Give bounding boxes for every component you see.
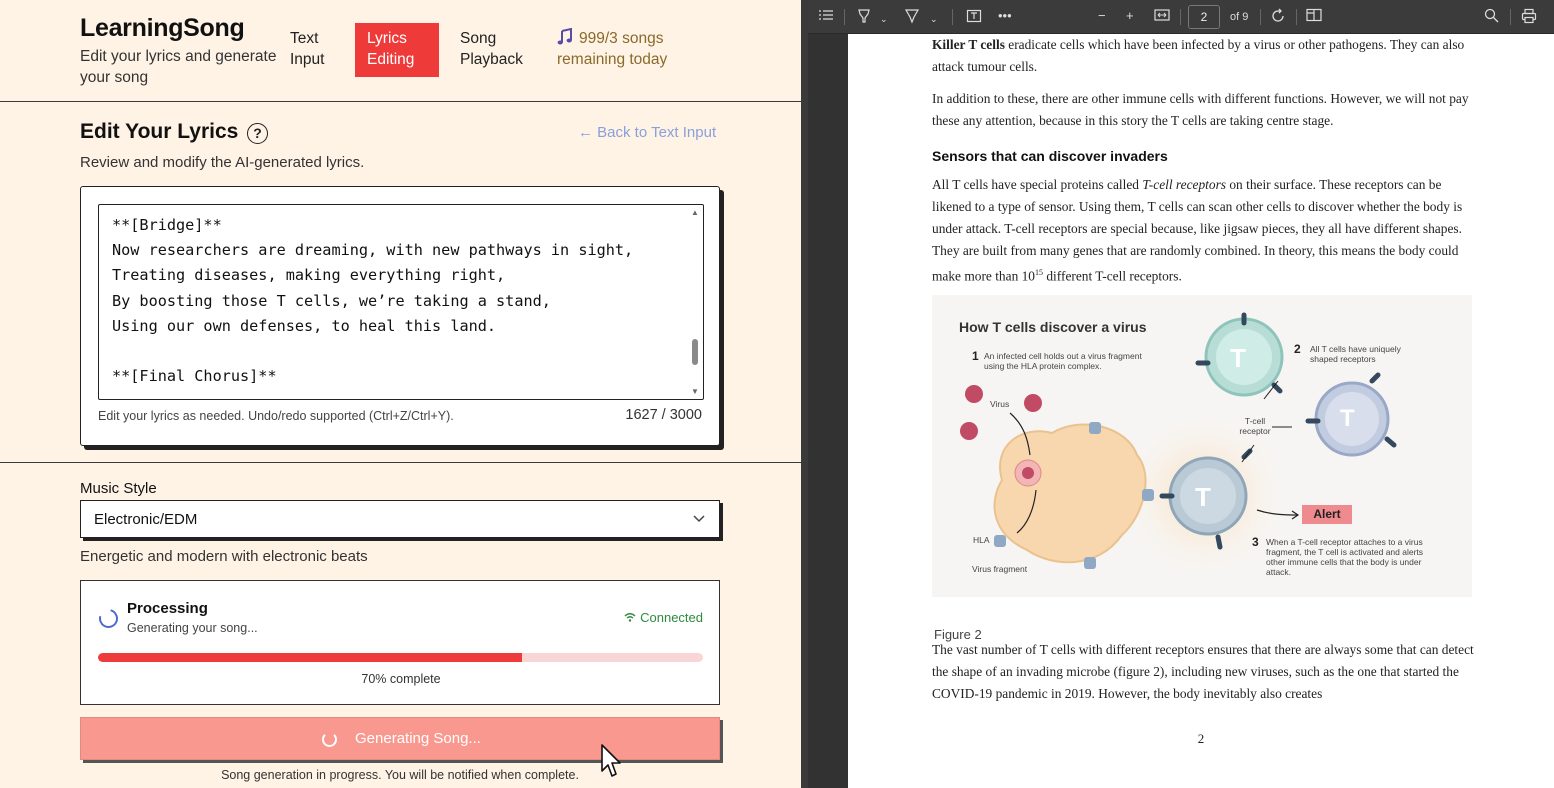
progress-bar bbox=[98, 653, 703, 662]
paragraph-3-middle: on their surface. These receptors can be… bbox=[932, 177, 1463, 284]
step-1-text: An infected cell holds out a virus fragm… bbox=[984, 351, 1142, 371]
fit-width-icon[interactable] bbox=[1154, 8, 1170, 26]
virus-fragment-label: Virus fragment bbox=[972, 564, 1028, 574]
highlight-pen-icon[interactable] bbox=[856, 8, 872, 28]
paragraph-killer-t-cells: Killer T cells eradicate cells which hav… bbox=[932, 34, 1480, 78]
lyrics-hint: Edit your lyrics as needed. Undo/redo su… bbox=[98, 409, 454, 423]
rotate-icon[interactable] bbox=[1270, 8, 1286, 28]
section-heading: Sensors that can discover invaders bbox=[932, 148, 1168, 164]
figure-t-cells: How T cells discover a virus 1 An infect… bbox=[932, 295, 1472, 597]
draw-pen-icon[interactable] bbox=[904, 8, 920, 28]
pdf-viewer: ⌄ ⌄ ••• − + 2 of 9 Killer T cells eradic… bbox=[808, 0, 1554, 788]
app-header: LearningSong Edit your lyrics and genera… bbox=[0, 0, 801, 102]
wifi-icon bbox=[624, 610, 636, 625]
pdf-toolbar: ⌄ ⌄ ••• − + 2 of 9 bbox=[808, 0, 1554, 34]
generate-song-button[interactable]: Generating Song... bbox=[80, 717, 720, 760]
help-icon[interactable]: ? bbox=[247, 123, 268, 144]
toolbar-separator bbox=[1180, 9, 1181, 25]
toolbar-separator bbox=[844, 9, 845, 25]
generation-note: Song generation in progress. You will be… bbox=[221, 768, 579, 782]
receptor-label: T-cell receptor bbox=[1239, 416, 1271, 436]
scrollbar-thumb[interactable] bbox=[692, 339, 698, 365]
edit-lyrics-subtitle: Review and modify the AI-generated lyric… bbox=[80, 154, 365, 171]
step-2-number: 2 bbox=[1294, 342, 1301, 356]
step-3-text: When a T-cell receptor attaches to a vir… bbox=[1266, 537, 1424, 577]
chevron-down-icon[interactable]: ⌄ bbox=[930, 11, 938, 27]
figure-title: How T cells discover a virus bbox=[959, 319, 1147, 335]
step-2-text: All T cells have uniquely shaped recepto… bbox=[1310, 344, 1401, 364]
music-style-value: Electronic/EDM bbox=[94, 511, 198, 528]
paragraph-3-start: All T cells have special proteins called bbox=[932, 177, 1143, 192]
zoom-in-icon[interactable]: + bbox=[1126, 8, 1134, 24]
music-style-select[interactable]: Electronic/EDM bbox=[80, 500, 720, 538]
scroll-up-arrow-icon[interactable]: ▲ bbox=[691, 208, 699, 217]
pdf-page: Killer T cells eradicate cells which hav… bbox=[848, 34, 1554, 788]
toolbar-separator bbox=[1260, 9, 1261, 25]
page-number: 2 bbox=[1197, 731, 1205, 746]
progress-label: 70% complete bbox=[361, 672, 441, 686]
processing-title: Processing bbox=[127, 600, 208, 617]
back-to-text-input-link[interactable]: ← Back to Text Input bbox=[578, 124, 716, 141]
lyrics-text[interactable]: **[Bridge]** Now researchers are dreamin… bbox=[112, 213, 633, 389]
scroll-down-arrow-icon[interactable]: ▼ bbox=[691, 387, 699, 396]
nav-lyrics-editing[interactable]: Lyrics Editing bbox=[355, 23, 439, 77]
search-icon[interactable] bbox=[1484, 8, 1499, 27]
spinner-icon bbox=[95, 605, 122, 632]
zoom-out-icon[interactable]: − bbox=[1098, 8, 1106, 24]
brand-title: LearningSong bbox=[80, 14, 245, 42]
music-style-label: Music Style bbox=[80, 480, 157, 497]
alert-badge: Alert bbox=[1302, 505, 1352, 524]
virus-label: Virus bbox=[990, 399, 1010, 409]
more-options-icon[interactable]: ••• bbox=[998, 8, 1012, 24]
nav-song-playback[interactable]: Song Playback bbox=[460, 28, 530, 70]
lyrics-textarea[interactable]: **[Bridge]** Now researchers are dreamin… bbox=[98, 204, 704, 400]
toolbar-separator bbox=[1296, 9, 1297, 25]
paragraph-receptor-diversity: The vast number of T cells with differen… bbox=[932, 642, 1474, 701]
chevron-down-icon bbox=[693, 510, 705, 526]
paragraph-immune-cells: In addition to these, there are other im… bbox=[932, 91, 1469, 128]
generate-button-label: Generating Song... bbox=[355, 730, 481, 747]
quota-text: 999/3 songs remaining today bbox=[557, 30, 668, 68]
contents-list-icon[interactable] bbox=[818, 8, 834, 26]
character-count: 1627 / 3000 bbox=[625, 407, 702, 423]
hla-label: HLA bbox=[973, 535, 990, 545]
exponent: 15 bbox=[1035, 268, 1043, 277]
step-3-number: 3 bbox=[1252, 535, 1259, 549]
step-1-number: 1 bbox=[972, 349, 979, 363]
t-cell-label: T bbox=[1195, 482, 1211, 512]
t-cell-label: T bbox=[1340, 405, 1355, 432]
nav-text-input[interactable]: Text Input bbox=[290, 28, 340, 70]
music-style-description: Energetic and modern with electronic bea… bbox=[80, 548, 368, 565]
mouse-cursor-icon bbox=[600, 743, 624, 784]
paragraph-3-end: different T-cell receptors. bbox=[1043, 268, 1182, 284]
edit-lyrics-title: Edit Your Lyrics bbox=[80, 120, 239, 143]
processing-subtitle: Generating your song... bbox=[127, 621, 258, 635]
brand-subtitle: Edit your lyrics and generate your song bbox=[80, 48, 277, 86]
connection-status: Connected bbox=[624, 610, 703, 625]
paragraph-1-text: eradicate cells which have been infected… bbox=[932, 37, 1465, 74]
lyrics-scrollbar[interactable]: ▲ ▼ bbox=[691, 208, 699, 396]
progress-fill bbox=[98, 653, 522, 662]
t-cell-receptors-italic: T-cell receptors bbox=[1142, 177, 1227, 192]
processing-card: Processing Generating your song... Conne… bbox=[80, 580, 720, 705]
print-icon[interactable] bbox=[1521, 8, 1537, 28]
section-divider bbox=[0, 462, 801, 463]
learningsong-app: LearningSong Edit your lyrics and genera… bbox=[0, 0, 801, 788]
page-view-icon[interactable] bbox=[1306, 8, 1322, 26]
paragraph-receptors: All T cells have special proteins called… bbox=[932, 174, 1480, 287]
text-box-icon[interactable] bbox=[966, 8, 982, 28]
connection-label: Connected bbox=[640, 610, 703, 625]
page-number-input[interactable]: 2 bbox=[1188, 5, 1220, 29]
quota-indicator: 999/3 songs remaining today bbox=[557, 27, 677, 70]
chevron-down-icon[interactable]: ⌄ bbox=[880, 11, 888, 27]
page-count: of 9 bbox=[1230, 11, 1249, 23]
button-spinner-icon bbox=[322, 732, 337, 747]
lyrics-card: **[Bridge]** Now researchers are dreamin… bbox=[80, 186, 720, 446]
toolbar-separator bbox=[1510, 9, 1511, 25]
toolbar-separator bbox=[952, 9, 953, 25]
music-note-icon bbox=[557, 27, 573, 52]
killer-t-cells-bold: Killer T cells bbox=[932, 37, 1005, 52]
t-cell-label: T bbox=[1230, 343, 1246, 373]
window-divider[interactable] bbox=[801, 0, 808, 788]
